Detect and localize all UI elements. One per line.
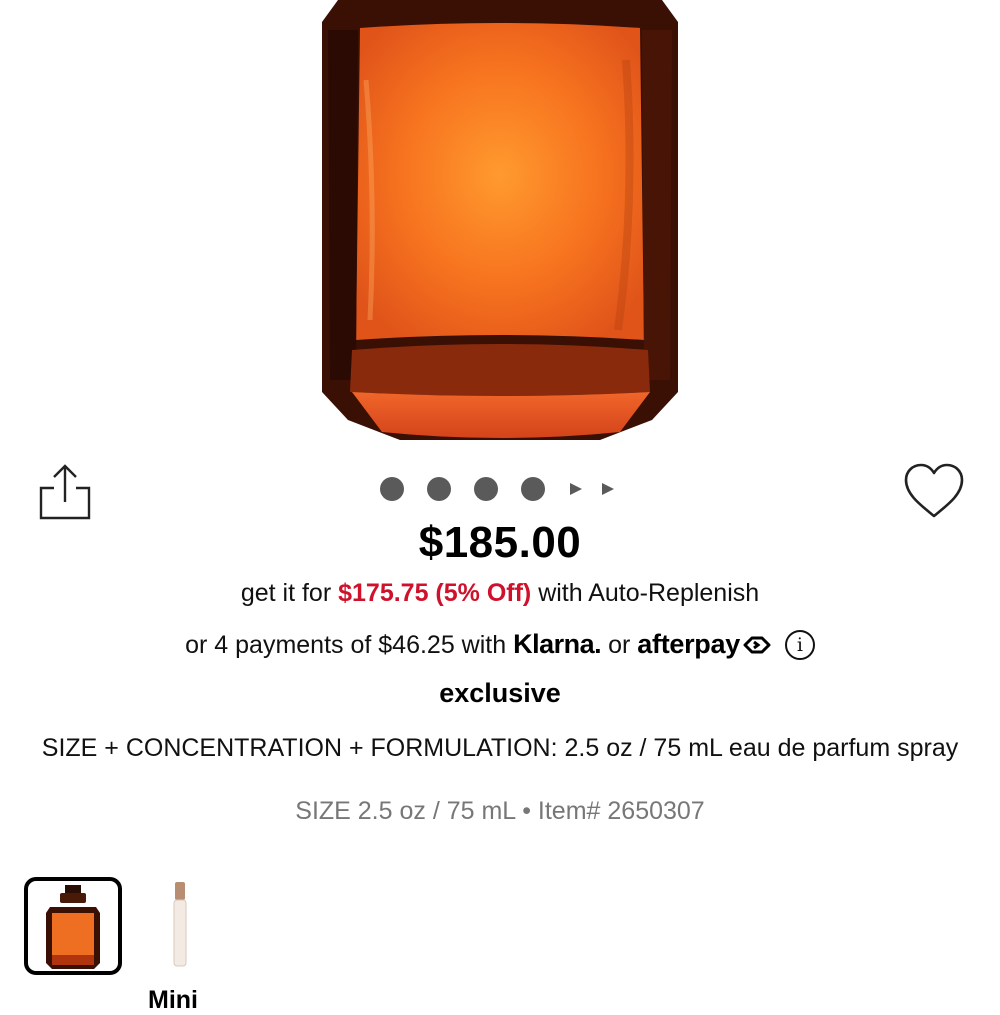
pager-dot[interactable]: [427, 477, 451, 501]
exclusive-badge: exclusive: [439, 678, 561, 708]
perfume-bottle-thumbnail: [46, 885, 100, 969]
share-button[interactable]: [36, 462, 94, 522]
installment-payments: or 4 payments of $46.25 with Klarna. or …: [0, 629, 1000, 660]
travel-spray-thumbnail: [173, 882, 187, 967]
auto-replenish-prefix: get it for: [240, 579, 332, 607]
payments-text: or 4 payments of $46.25 with: [185, 631, 507, 659]
perfume-bottle-image: [322, 0, 678, 440]
variant-swatch-selected[interactable]: [24, 877, 122, 975]
variant-swatch-mini[interactable]: [162, 880, 198, 972]
afterpay-logo[interactable]: afterpay: [637, 629, 772, 659]
favorite-button[interactable]: [902, 462, 966, 520]
pager-dot[interactable]: [474, 477, 498, 501]
pager-video-indicator-icon[interactable]: [602, 483, 614, 495]
klarna-logo[interactable]: Klarna.: [513, 629, 602, 659]
heart-icon: [904, 463, 964, 518]
afterpay-wordmark: afterpay: [637, 629, 740, 659]
pager-video-indicator-icon[interactable]: [570, 483, 582, 495]
auto-replenish-offer[interactable]: get it for $175.75 (5% Off) with Auto-Re…: [0, 579, 1000, 608]
product-spec: SIZE + CONCENTRATION + FORMULATION: 2.5 …: [41, 734, 959, 762]
product-hero-image[interactable]: [0, 0, 1000, 450]
variant-label-mini: Mini: [148, 986, 198, 1014]
pager-dot[interactable]: [521, 477, 545, 501]
payments-or: or: [608, 631, 631, 659]
size-item-number: SIZE 2.5 oz / 75 mL • Item# 2650307: [295, 797, 705, 825]
auto-replenish-discount-price: $175.75 (5% Off): [338, 579, 532, 607]
share-icon: [39, 464, 91, 520]
info-icon[interactable]: i: [784, 630, 815, 660]
auto-replenish-suffix: with Auto-Replenish: [538, 579, 760, 607]
pager-dot[interactable]: [380, 477, 404, 501]
afterpay-arrows-icon: [743, 636, 771, 654]
product-price: $185.00: [418, 518, 582, 567]
image-pager: [380, 477, 632, 501]
